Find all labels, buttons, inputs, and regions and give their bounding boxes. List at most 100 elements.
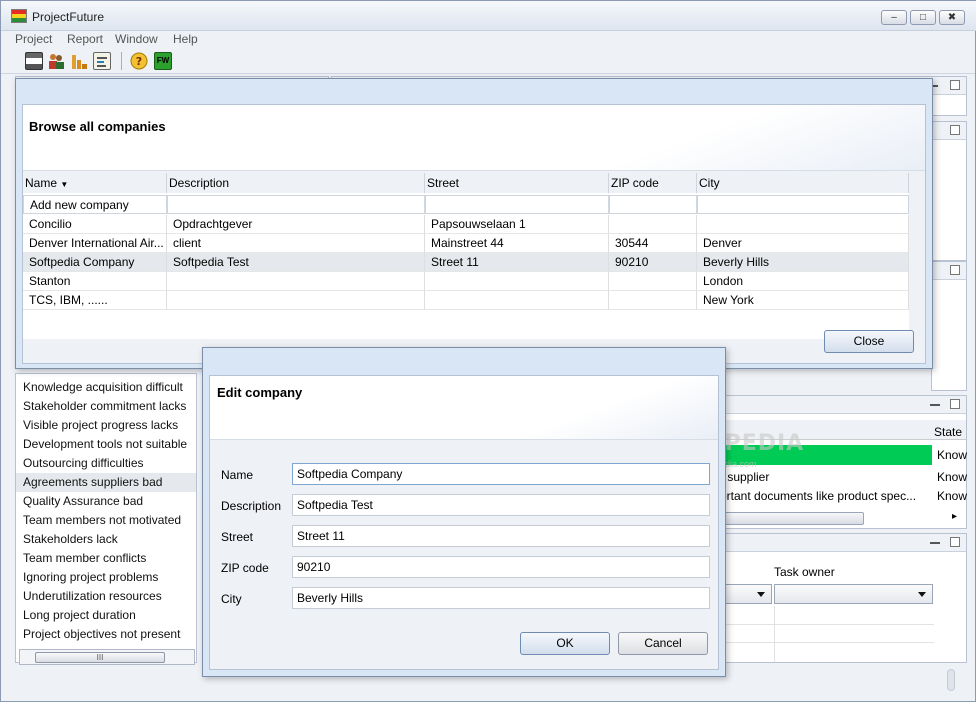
list-item[interactable]: Quality Assurance bad xyxy=(23,494,143,508)
svg-text:?: ? xyxy=(136,55,142,68)
list-item[interactable]: Outsourcing difficulties xyxy=(23,456,144,470)
add-new-company-cell[interactable]: Add new company xyxy=(23,195,167,214)
table-cell[interactable]: New York xyxy=(697,291,909,310)
minimize-button[interactable]: – xyxy=(881,10,907,25)
panel-maximize-icon[interactable] xyxy=(950,125,960,135)
table-cell[interactable] xyxy=(609,215,697,234)
browse-companies-dialog: Browse all companies Name ▼ Description … xyxy=(15,78,933,369)
list-item[interactable]: Long project duration xyxy=(23,608,136,622)
list-item[interactable]: Stakeholder commitment lacks xyxy=(23,399,186,413)
table-cell[interactable]: Opdrachtgever xyxy=(167,215,425,234)
task-owner-header: Task owner xyxy=(774,565,835,579)
panel-maximize-icon[interactable] xyxy=(950,537,960,547)
table-cell[interactable]: Papsouwselaan 1 xyxy=(425,215,609,234)
menu-report[interactable]: Report xyxy=(67,32,103,46)
issue-state: Know xyxy=(937,489,968,503)
list-item[interactable]: Visible project progress lacks xyxy=(23,418,178,432)
edit-company-dialog: Edit company Name Softpedia Company Desc… xyxy=(202,347,726,677)
cancel-button[interactable]: Cancel xyxy=(618,632,708,655)
column-header-zip[interactable]: ZIP code xyxy=(609,173,697,193)
help-icon[interactable]: ? xyxy=(130,52,148,70)
table-cell[interactable] xyxy=(425,291,609,310)
panel-minimize-icon[interactable] xyxy=(930,404,940,406)
menu-project[interactable]: Project xyxy=(15,32,52,46)
column-header-name[interactable]: Name ▼ xyxy=(23,173,167,193)
left-horizontal-scrollbar[interactable]: III xyxy=(19,649,195,665)
task-owner-combo[interactable] xyxy=(774,584,933,604)
issue-row-label[interactable]: ortant documents like product spec... xyxy=(720,489,916,503)
table-cell[interactable]: Denver xyxy=(697,234,909,253)
list-item[interactable]: Development tools not suitable xyxy=(23,437,187,451)
toolbar: ? FW xyxy=(1,49,975,74)
table-cell[interactable] xyxy=(697,215,909,234)
column-header-city[interactable]: City xyxy=(697,173,909,193)
table-cell[interactable] xyxy=(697,195,909,214)
close-button[interactable]: Close xyxy=(824,330,914,353)
table-cell[interactable]: client xyxy=(167,234,425,253)
panel-maximize-icon[interactable] xyxy=(950,80,960,90)
table-cell[interactable]: Concilio xyxy=(23,215,167,234)
table-cell[interactable]: Mainstreet 44 xyxy=(425,234,609,253)
table-cell[interactable] xyxy=(609,291,697,310)
list-item[interactable]: Project objectives not present xyxy=(23,627,180,641)
table-cell[interactable]: Denver International Air... xyxy=(23,234,167,253)
maximize-button[interactable]: □ xyxy=(910,10,936,25)
list-item[interactable]: Team members not motivated xyxy=(23,513,181,527)
description-field[interactable]: Softpedia Test xyxy=(292,494,710,516)
name-field[interactable]: Softpedia Company xyxy=(292,463,710,485)
menu-help[interactable]: Help xyxy=(173,32,198,46)
list-item[interactable]: Underutilization resources xyxy=(23,589,162,603)
column-header-description[interactable]: Description xyxy=(167,173,425,193)
scrollbar-thumb[interactable]: III xyxy=(35,652,165,663)
menu-window[interactable]: Window xyxy=(115,32,158,46)
background-panel xyxy=(931,121,967,261)
horizontal-scrollbar-thumb[interactable] xyxy=(714,512,864,525)
panel-maximize-icon[interactable] xyxy=(950,399,960,409)
list-item[interactable]: Team member conflicts xyxy=(23,551,146,565)
table-cell[interactable]: Beverly Hills xyxy=(697,253,909,272)
tasks-panel: Task owner xyxy=(713,533,967,663)
table-cell[interactable]: Softpedia Company xyxy=(23,253,167,272)
table-cell[interactable] xyxy=(167,291,425,310)
window-title: ProjectFuture xyxy=(32,10,105,24)
table-cell[interactable]: London xyxy=(697,272,909,291)
zip-code-field[interactable]: 90210 xyxy=(292,556,710,578)
list-item[interactable]: Agreements suppliers bad xyxy=(23,475,162,489)
street-field[interactable]: Street 11 xyxy=(292,525,710,547)
dialog-title: Browse all companies xyxy=(29,119,166,134)
background-panel xyxy=(931,261,967,391)
report-icon[interactable] xyxy=(93,52,111,70)
companies-table: Name ▼ Description Street ZIP code City … xyxy=(23,173,909,339)
close-window-button[interactable]: ✖ xyxy=(939,10,965,25)
table-cell[interactable] xyxy=(425,272,609,291)
resize-grip[interactable] xyxy=(947,669,955,691)
users-icon[interactable] xyxy=(47,52,65,70)
table-cell[interactable] xyxy=(609,195,697,214)
table-cell[interactable]: 90210 xyxy=(609,253,697,272)
table-cell[interactable] xyxy=(425,195,609,214)
table-cell[interactable] xyxy=(167,195,425,214)
panel-minimize-icon[interactable] xyxy=(930,542,940,544)
table-cell[interactable]: Street 11 xyxy=(425,253,609,272)
column-header-street[interactable]: Street xyxy=(425,173,609,193)
table-cell[interactable]: TCS, IBM, ...... xyxy=(23,291,167,310)
list-item[interactable]: Knowledge acquisition difficult xyxy=(23,380,183,394)
scroll-right-icon[interactable]: ▸ xyxy=(952,511,957,522)
table-cell[interactable] xyxy=(167,272,425,291)
issue-state: Know xyxy=(937,448,968,462)
list-item[interactable]: Stakeholders lack xyxy=(23,532,118,546)
fw-icon[interactable]: FW xyxy=(154,52,172,70)
table-cell[interactable]: Stanton xyxy=(23,272,167,291)
table-cell[interactable]: Softpedia Test xyxy=(167,253,425,272)
city-field[interactable]: Beverly Hills xyxy=(292,587,710,609)
chart-icon[interactable] xyxy=(70,52,88,70)
ok-button[interactable]: OK xyxy=(520,632,610,655)
table-cell[interactable]: 30544 xyxy=(609,234,697,253)
panel-maximize-icon[interactable] xyxy=(950,265,960,275)
name-label: Name xyxy=(221,468,254,482)
save-icon[interactable] xyxy=(25,52,43,70)
table-cell[interactable] xyxy=(609,272,697,291)
toolbar-separator xyxy=(121,52,122,70)
issue-row-label[interactable]: r supplier xyxy=(720,470,769,484)
list-item[interactable]: Ignoring project problems xyxy=(23,570,158,584)
